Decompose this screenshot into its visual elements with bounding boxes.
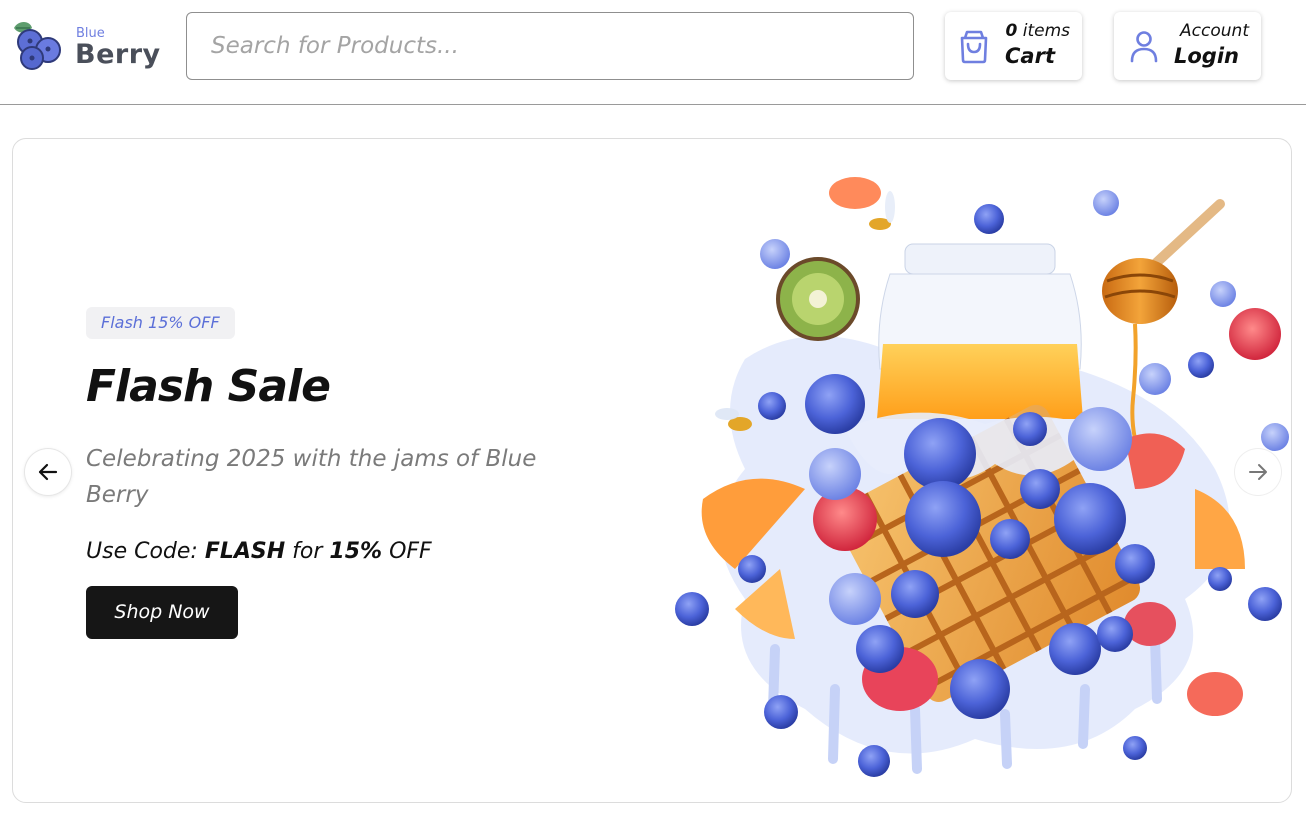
hero-title: Flash Sale bbox=[86, 361, 331, 412]
search-box[interactable] bbox=[186, 12, 914, 80]
user-icon bbox=[1130, 31, 1158, 63]
shopping-bag-icon bbox=[960, 30, 988, 64]
promo-code-prefix: Use Code: bbox=[86, 539, 205, 564]
login-label: Login bbox=[1174, 44, 1239, 68]
hero-carousel: Flash 15% OFF Flash Sale Celebrating 202… bbox=[12, 138, 1292, 803]
cart-count-suffix: items bbox=[1017, 21, 1070, 41]
promo-code-mid: for bbox=[285, 539, 330, 564]
cart-button[interactable]: 0 items Cart bbox=[945, 12, 1082, 80]
cart-count: 0 bbox=[1005, 21, 1018, 41]
promo-percent: 15% bbox=[329, 539, 383, 564]
hero-product-image bbox=[675, 177, 1289, 777]
account-button[interactable]: Account Login bbox=[1114, 12, 1261, 80]
arrow-left-icon bbox=[38, 463, 58, 481]
blueberry-logo-icon bbox=[14, 22, 61, 70]
promo-code-suffix: OFF bbox=[382, 539, 432, 564]
promo-code-line: Use Code: FLASH for 15% OFF bbox=[86, 539, 432, 564]
hero-subtitle: Celebrating 2025 with the jams of Blue B… bbox=[86, 446, 537, 508]
promo-code: FLASH bbox=[204, 539, 286, 564]
carousel-prev-button[interactable] bbox=[25, 449, 71, 495]
cart-label: Cart bbox=[1005, 44, 1055, 68]
search-input[interactable] bbox=[187, 13, 913, 79]
account-top-label: Account bbox=[1180, 21, 1249, 41]
site-header: Blue Berry 0 items Cart Account Login bbox=[0, 0, 1306, 105]
brand-logo[interactable]: Blue Berry bbox=[10, 20, 160, 76]
brand-name: Berry bbox=[75, 39, 161, 70]
cart-count-line: 0 items bbox=[1005, 21, 1070, 41]
shop-now-button[interactable]: Shop Now bbox=[86, 586, 238, 639]
discount-badge: Flash 15% OFF bbox=[86, 307, 235, 339]
